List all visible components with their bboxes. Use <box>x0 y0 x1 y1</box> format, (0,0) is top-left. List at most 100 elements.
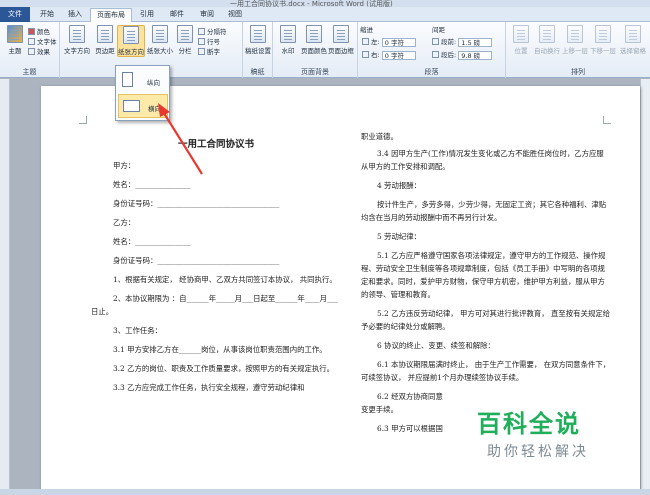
doc-line: 4 劳动报酬： <box>377 181 422 190</box>
group-paragraph: 缩进 间距 左: 0 字符 右: 0 字符 段前: 1.5 磅 段后: 9.8 … <box>358 22 506 78</box>
hyphenation-button[interactable]: 断字 <box>198 46 220 56</box>
doc-line: 5.1 乙方应严格遵守国家各项法律规定，遵守甲方的工作规范、操作规程、劳动安全卫… <box>361 251 606 299</box>
spacing-before-input[interactable]: 1.5 磅 <box>458 38 493 47</box>
bring-forward-button[interactable]: 上移一层 <box>562 25 588 55</box>
orientation-portrait-option[interactable]: 纵向 <box>118 69 168 93</box>
colors-icon <box>28 28 35 35</box>
indent-left-row: 左: 0 字符 <box>362 36 416 47</box>
orientation-button[interactable]: 纸张方向 <box>117 25 145 57</box>
position-icon <box>513 25 529 43</box>
crop-mark <box>79 116 87 124</box>
landscape-icon <box>123 100 140 112</box>
watermark-main-text: 百科全说 <box>477 410 581 438</box>
breaks-icon <box>198 28 205 35</box>
page-borders-button[interactable]: 页面边框 <box>328 25 354 55</box>
spacing-title: 间距 <box>432 26 445 34</box>
status-bar <box>0 489 650 495</box>
tab-references[interactable]: 引用 <box>134 8 160 22</box>
doc-line: 1、根据有关规定， 经协商甲、乙双方共同签订本协议， 共同执行。 <box>113 275 337 284</box>
title-bar: 一用工合同协议书.docx - Microsoft Word (试用版) <box>0 0 650 8</box>
orientation-icon <box>123 26 139 44</box>
group-label-arrange: 排列 <box>571 68 585 76</box>
spacing-before-row: 段前: 1.5 磅 <box>432 36 493 47</box>
tab-file[interactable]: 文件 <box>0 7 30 22</box>
tab-home[interactable]: 开始 <box>34 8 60 22</box>
margins-button[interactable]: 页边距 <box>92 25 118 55</box>
line-numbers-button[interactable]: 行号 <box>198 36 220 46</box>
page-borders-icon <box>333 25 349 43</box>
position-button[interactable]: 位置 <box>508 25 534 55</box>
spacing-after-icon <box>432 51 439 58</box>
tab-view[interactable]: 视图 <box>222 8 248 22</box>
tab-mailings[interactable]: 邮件 <box>164 8 190 22</box>
indent-right-input[interactable]: 0 字符 <box>381 51 416 60</box>
theme-fonts-button[interactable]: 文字体 <box>28 36 57 46</box>
send-backward-button[interactable]: 下移一层 <box>590 25 616 55</box>
text-direction-icon <box>69 25 85 43</box>
doc-line: 3.4 因甲方生产(工作)情况发生变化或乙方不能胜任岗位时，乙方应服从甲方的工作… <box>361 149 604 171</box>
group-label-theme: 主题 <box>22 68 37 76</box>
spacing-after-input[interactable]: 9.8 磅 <box>458 51 493 60</box>
doc-line: 甲方： <box>113 161 136 170</box>
send-backward-icon <box>595 25 611 43</box>
text-direction-button[interactable]: 文字方向 <box>64 25 90 55</box>
group-label-paragraph: 段落 <box>424 68 439 76</box>
doc-line: 身份证号码：_________________________________ <box>113 256 280 265</box>
watermark-button[interactable]: 水印 <box>275 25 301 55</box>
document-column-right: 职业道德。 3.4 因甲方生产(工作)情况发生变化或乙方不能胜任岗位时，乙方应服… <box>361 130 611 435</box>
portrait-icon <box>122 72 133 87</box>
spacing-before-icon <box>432 38 439 45</box>
doc-line: 3.1 甲方安排乙方在______岗位，从事该岗位职责范围内的工作。 <box>113 345 327 354</box>
doc-line: 5.2 乙方违反劳动纪律， 甲方可对其进行批评教育， 直至按有关规定给予必要的纪… <box>361 309 611 331</box>
wrap-text-button[interactable]: 自动换行 <box>534 25 560 55</box>
tab-review[interactable]: 审阅 <box>194 8 220 22</box>
group-page-background: 水印 页面颜色 页面边框 页面背景 <box>273 22 358 78</box>
breaks-button[interactable]: 分隔符 <box>198 26 227 36</box>
paper-size-button[interactable]: 纸张大小 <box>147 25 173 55</box>
ribbon-tabs: 文件 开始 插入 页面布局 引用 邮件 审阅 视图 <box>0 7 650 23</box>
doc-line: 乙方： <box>113 218 136 227</box>
effects-icon <box>28 48 35 55</box>
group-arrange: 位置 自动换行 上移一层 下移一层 选择窗格 排列 <box>506 22 650 78</box>
annotation-arrow-icon <box>158 103 203 175</box>
page-color-icon <box>306 25 322 43</box>
group-label-draft: 稿纸 <box>250 68 265 76</box>
vertical-scrollbar[interactable] <box>640 79 650 489</box>
watermark-sub-text: 助你轻松解决 <box>487 444 589 460</box>
doc-line: 3.3 乙方应完成工作任务，执行安全规程，遵守劳动纪律和 <box>113 383 305 392</box>
group-draft: 稿纸设置 稿纸 <box>243 22 273 78</box>
selection-pane-button[interactable]: 选择窗格 <box>618 25 648 55</box>
doc-line: 3、工作任务： <box>113 326 163 335</box>
document-title: 一用工合同协议书 <box>177 139 254 150</box>
themes-icon <box>7 25 23 43</box>
doc-line: 按计件生产，多劳多得，少劳少得，无固定工资；其它各种福利、津贴均含在当月的劳动报… <box>361 200 607 222</box>
group-label-page-background: 页面背景 <box>301 68 329 76</box>
themes-button[interactable]: 主题 <box>2 25 28 55</box>
doc-line: 姓名：_______________ <box>113 180 191 189</box>
indent-left-input[interactable]: 0 字符 <box>381 38 416 47</box>
indent-title: 缩进 <box>360 26 373 34</box>
crop-mark <box>603 116 611 124</box>
bring-forward-icon <box>567 25 583 43</box>
columns-icon <box>177 25 193 43</box>
theme-effects-button[interactable]: 效果 <box>28 46 50 56</box>
draft-settings-button[interactable]: 稿纸设置 <box>245 25 271 55</box>
watermark-logo: 百科全说 助你轻松解决 <box>477 404 607 470</box>
line-numbers-icon <box>198 38 205 45</box>
watermark-icon <box>280 25 296 43</box>
doc-line: 2、本协议期限为 ：自______年_____月___日起至______年___… <box>91 294 339 316</box>
theme-colors-button[interactable]: 颜色 <box>28 26 50 36</box>
indent-right-row: 右: 0 字符 <box>362 49 416 60</box>
fonts-icon <box>28 38 35 45</box>
doc-line: 6 协议的终止、变更、续签和解除： <box>377 341 495 350</box>
group-theme: 主题 颜色 文字体 效果 主题 <box>0 22 60 78</box>
tab-page-layout[interactable]: 页面布局 <box>90 8 132 23</box>
doc-line: 6.1 本协议期限届满时终止， 由于生产工作需要， 在双方同意条件下， 可续签协… <box>361 360 613 382</box>
vertical-ruler <box>0 79 10 489</box>
margins-icon <box>97 25 113 43</box>
wrap-text-icon <box>539 25 555 43</box>
tab-insert[interactable]: 插入 <box>62 8 88 22</box>
page-color-button[interactable]: 页面颜色 <box>301 25 327 55</box>
columns-button[interactable]: 分栏 <box>174 25 196 55</box>
doc-line: 身份证号码：_________________________________ <box>113 199 280 208</box>
